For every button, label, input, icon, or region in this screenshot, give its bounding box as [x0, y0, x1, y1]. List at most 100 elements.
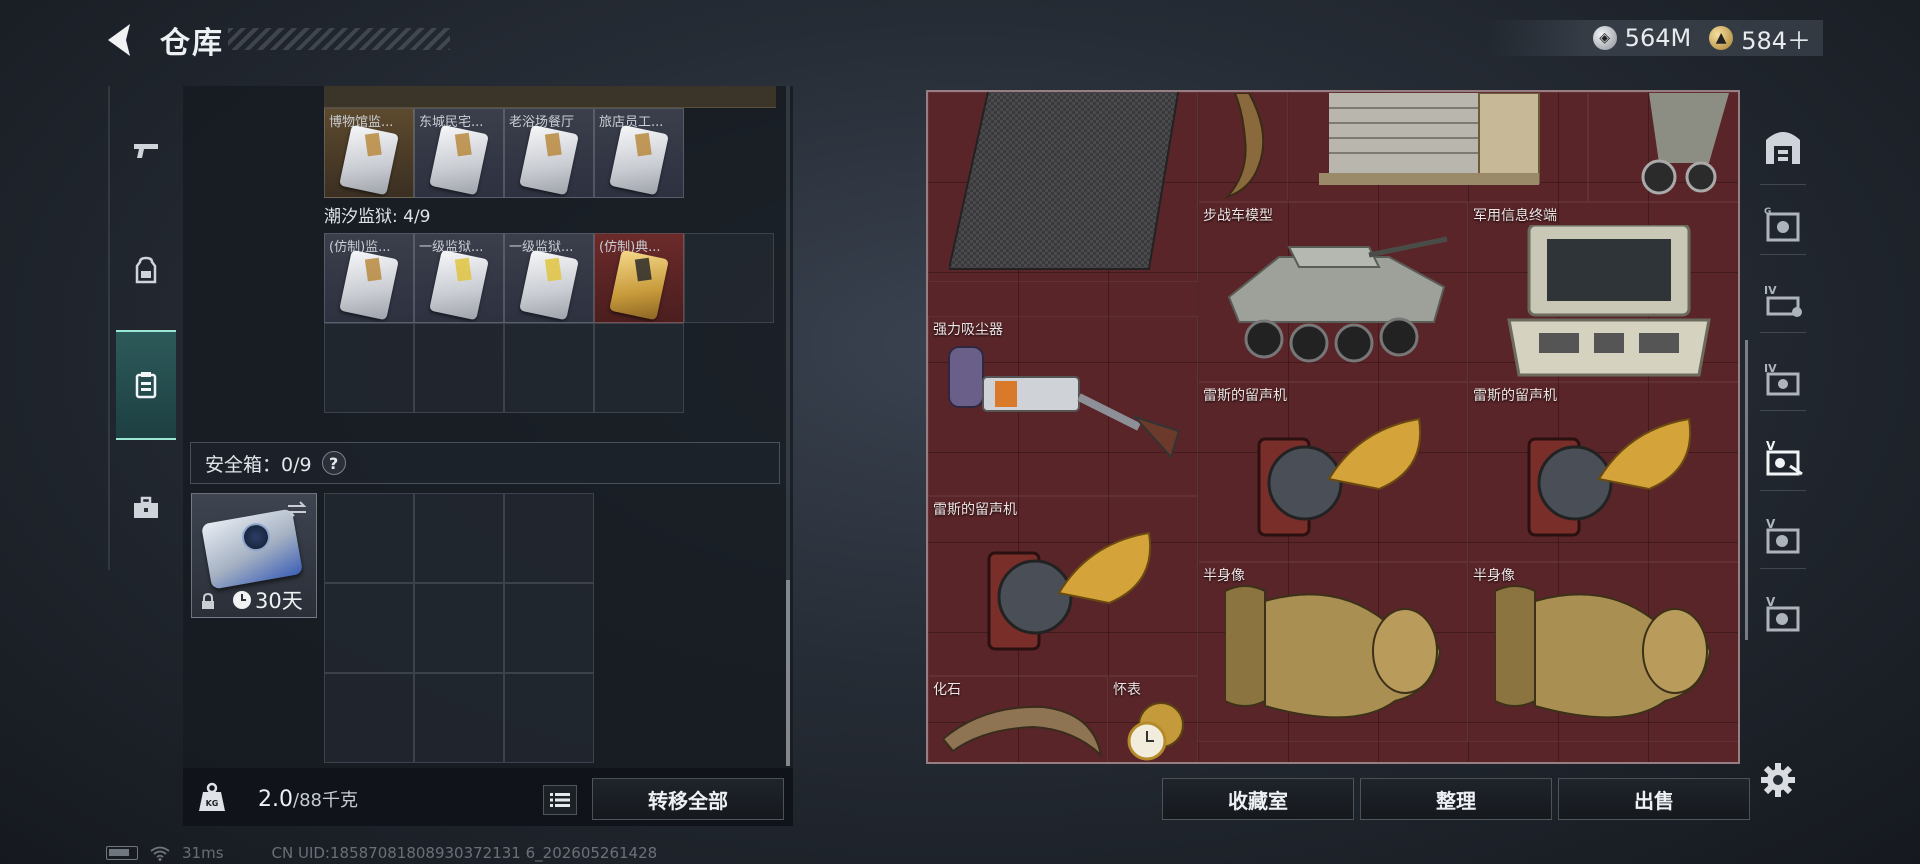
safe-box-label: 安全箱：0/9	[205, 453, 312, 476]
safe-tier-iv-icon: IV	[1764, 284, 1802, 317]
category-weapons[interactable]	[118, 122, 174, 178]
keycard-item[interactable]: 老浴场餐厅	[504, 108, 594, 198]
silver-coin-icon: ◈	[1592, 26, 1617, 50]
container-icon	[135, 372, 157, 399]
toolbox-icon	[134, 496, 158, 518]
wifi-icon	[150, 846, 170, 861]
collection-item[interactable]: 雷斯的留声机	[1198, 382, 1468, 562]
collection-room-button[interactable]: 收藏室	[1162, 778, 1354, 820]
collection-item[interactable]: 半身像	[1198, 562, 1468, 742]
empty-slot[interactable]	[414, 673, 504, 763]
keycard-item[interactable]: (仿制)监...	[324, 233, 414, 323]
tab-warehouse[interactable]	[1752, 116, 1814, 174]
category-equipment[interactable]	[118, 480, 174, 536]
settings-gear-icon[interactable]	[1760, 762, 1796, 798]
keycard-item[interactable]: 一级监狱...	[414, 233, 504, 323]
carbon-plate-item[interactable]	[928, 92, 1198, 282]
carbon-plate-icon	[949, 92, 1180, 270]
item-name: 老浴场餐厅	[509, 115, 575, 130]
item-name: 雷斯的留声机	[933, 502, 1017, 518]
item-name: 东城民宅...	[419, 115, 484, 130]
organize-button[interactable]: 整理	[1360, 778, 1552, 820]
swap-icon[interactable]	[286, 500, 308, 518]
vehicle-part-item[interactable]	[1588, 92, 1738, 202]
title-decoration	[228, 28, 450, 50]
collection-item[interactable]: 强力吸尘器	[928, 316, 1198, 496]
help-icon[interactable]: ?	[321, 451, 346, 475]
sell-button[interactable]: 出售	[1558, 778, 1750, 820]
tab-safe-g[interactable]: G	[1752, 196, 1814, 254]
empty-slot[interactable]	[504, 323, 594, 413]
back-button[interactable]	[100, 20, 144, 60]
keycard-item[interactable]: 东城民宅...	[414, 108, 504, 198]
category-backpack[interactable]	[118, 242, 174, 298]
silver-amount: 564M	[1624, 24, 1692, 52]
collection-item[interactable]: 怀表	[1108, 676, 1198, 762]
currency-silver[interactable]: ◈ 564M	[1592, 24, 1692, 52]
svg-text:KG: KG	[206, 799, 219, 808]
keycard-item[interactable]: 博物馆监...	[324, 108, 414, 198]
empty-slot[interactable]	[414, 493, 504, 583]
empty-slot[interactable]	[324, 493, 414, 583]
empty-slot[interactable]	[414, 583, 504, 673]
empty-slot[interactable]	[504, 673, 594, 763]
safe-box-item[interactable]: 30天	[191, 493, 317, 618]
empty-slot[interactable]	[324, 583, 414, 673]
collection-item[interactable]: 雷斯的留声机	[928, 496, 1198, 676]
weight-display: 2.0/88千克	[258, 786, 358, 812]
tab-safe-iv[interactable]: IV	[1752, 270, 1814, 328]
bust-icon	[1225, 585, 1442, 719]
empty-slot[interactable]	[324, 673, 414, 763]
collection-item[interactable]: 雷斯的留声机	[1468, 382, 1738, 562]
category-containers[interactable]	[116, 330, 176, 440]
inventory-scroll-thumb[interactable]	[786, 580, 790, 766]
transfer-all-button[interactable]: 转移全部	[592, 778, 784, 820]
lumber-icon	[1319, 93, 1540, 185]
collection-scroll-thumb[interactable]	[1745, 340, 1748, 640]
list-view-button[interactable]	[543, 785, 577, 815]
bust-icon	[1495, 585, 1712, 719]
collection-item[interactable]: 步战车模型	[1198, 202, 1468, 382]
currency-gold[interactable]: ▲ 584＋	[1709, 21, 1811, 56]
empty-slot[interactable]	[684, 233, 774, 323]
gold-coin-icon: ▲	[1709, 26, 1734, 50]
empty-slot[interactable]	[414, 323, 504, 413]
keycard-icon	[519, 249, 579, 321]
empty-slot[interactable]	[324, 323, 414, 413]
collection-item[interactable]: 半身像	[1468, 562, 1738, 742]
svg-text:IV: IV	[1764, 284, 1777, 297]
collection-item[interactable]: 化石	[928, 676, 1108, 762]
tab-safe-iv-b[interactable]: IV	[1752, 348, 1814, 406]
tab-safe-v-c[interactable]: V	[1752, 584, 1814, 642]
terminal-icon	[1507, 225, 1711, 377]
claw-item[interactable]	[1198, 92, 1288, 202]
status-line: 31ms CN UID:18587081808930372131 6_20260…	[106, 844, 657, 862]
keycard-icon	[609, 249, 669, 321]
empty-slot[interactable]	[594, 323, 684, 413]
empty-slot[interactable]	[504, 583, 594, 673]
svg-text:G: G	[1764, 207, 1771, 217]
keycard-item[interactable]: 一级监狱...	[504, 233, 594, 323]
safe-tier-v-icon: V	[1766, 439, 1803, 476]
tab-safe-v[interactable]: V	[1752, 428, 1814, 486]
ifv-model-icon	[1227, 236, 1448, 363]
item-name: 雷斯的留声机	[1473, 388, 1557, 404]
item-name: 军用信息终端	[1473, 208, 1557, 224]
ping-text: 31ms	[182, 844, 224, 862]
pocket-watch-icon	[1127, 702, 1184, 761]
empty-slot[interactable]	[504, 493, 594, 583]
keycard-item[interactable]: (仿制)典...	[594, 233, 684, 323]
lock-icon	[202, 593, 214, 609]
lumber-stack-item[interactable]	[1288, 92, 1588, 202]
keycard-item[interactable]: 旅店员工...	[594, 108, 684, 198]
safe-tier-iv-b-icon: IV	[1764, 362, 1800, 396]
tab-safe-v-b[interactable]: V	[1752, 506, 1814, 564]
item-row-partial	[324, 86, 776, 108]
collection-item[interactable]: 军用信息终端	[1468, 202, 1738, 382]
safe-tier-v-c-icon: V	[1766, 595, 1800, 632]
back-arrow-icon	[108, 24, 130, 56]
gold-amount: 584＋	[1741, 26, 1811, 55]
backpack-icon	[135, 256, 157, 284]
gramophone-icon	[987, 531, 1152, 651]
safe-box-icon	[200, 508, 304, 590]
